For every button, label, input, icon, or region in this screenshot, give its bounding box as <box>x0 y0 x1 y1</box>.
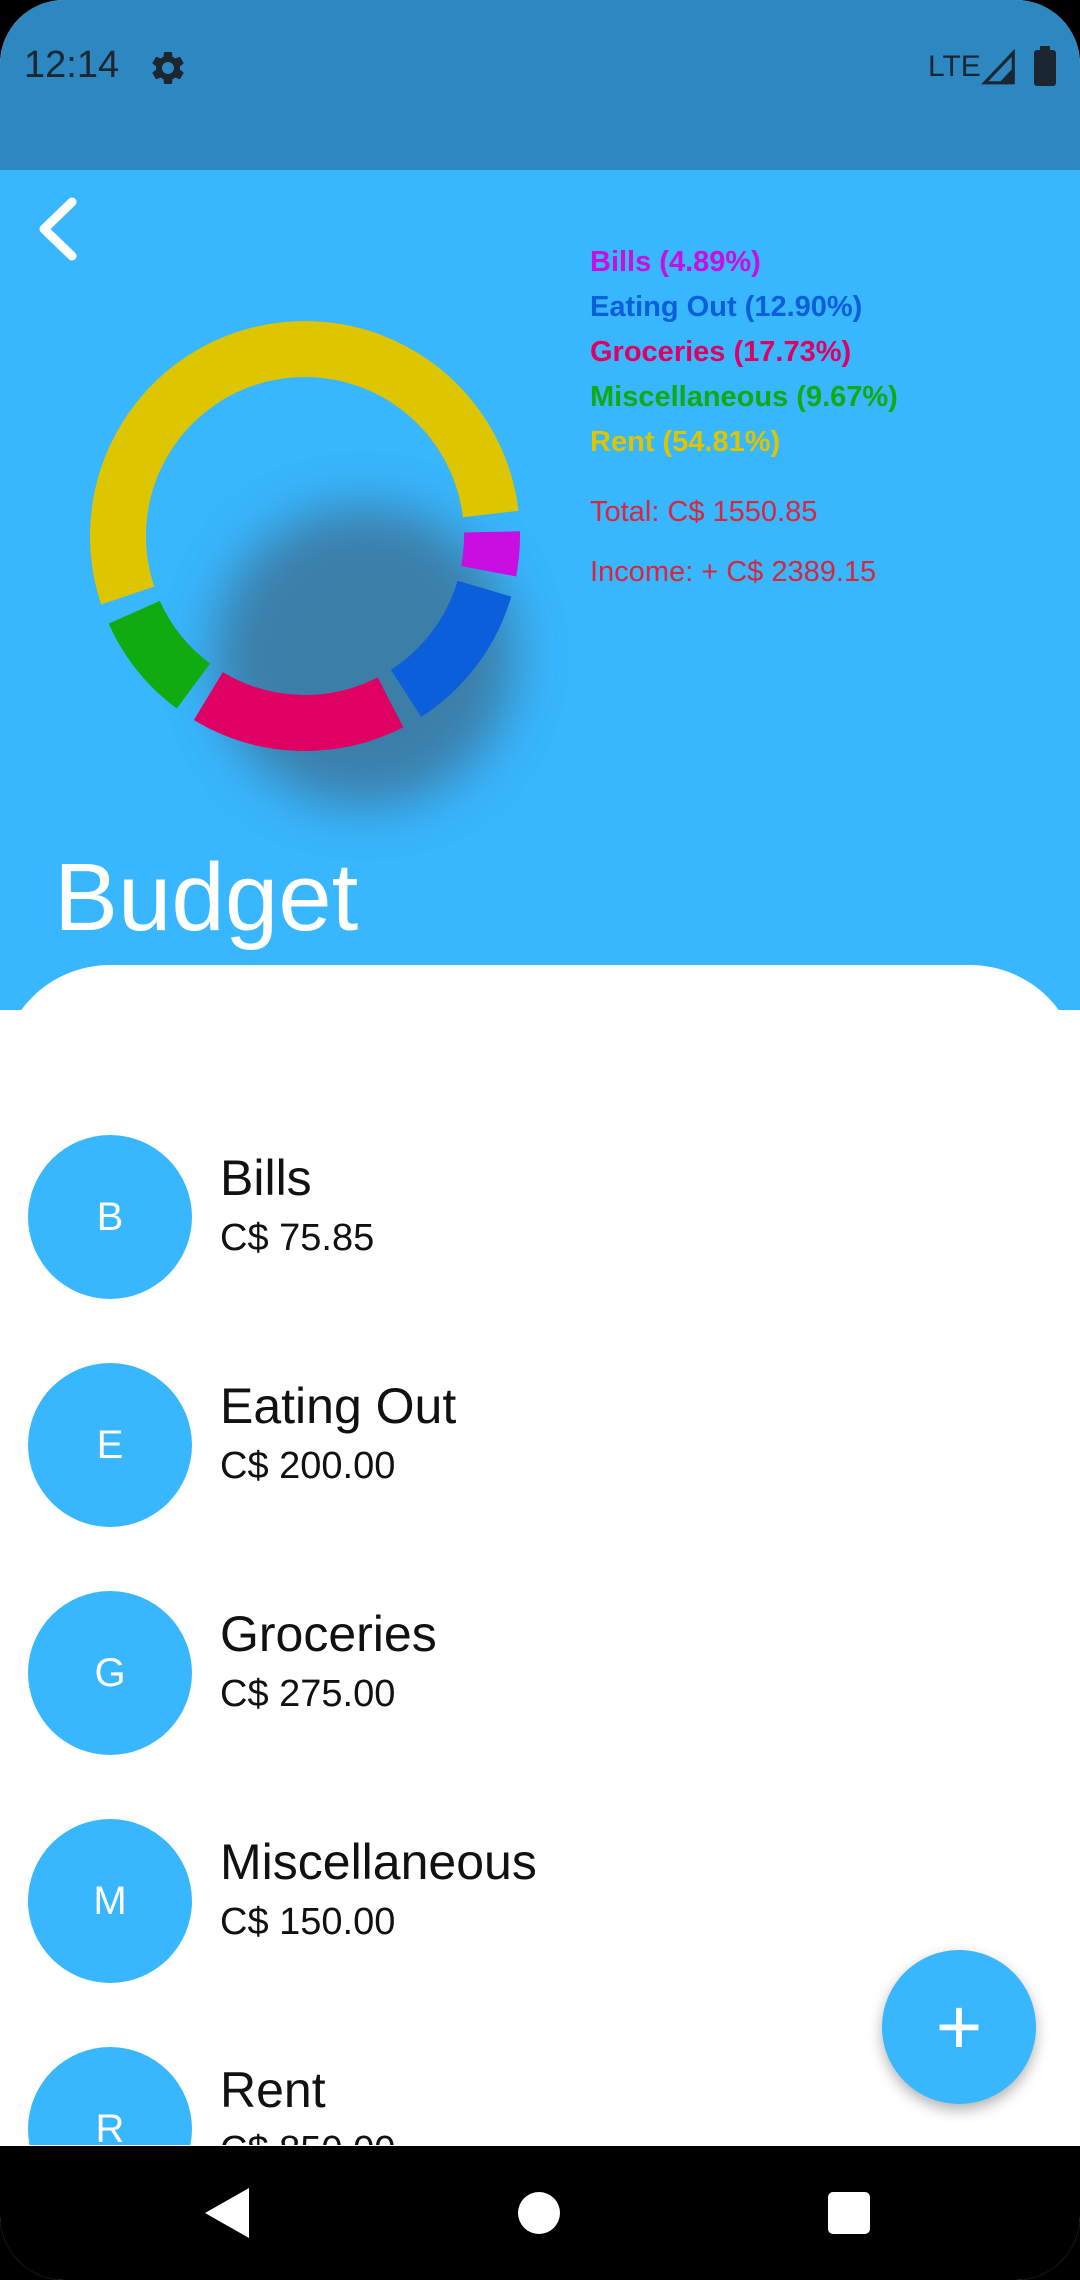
list-item-groceries[interactable]: G Groceries C$ 275.00 <box>0 1591 1080 1791</box>
category-amount: C$ 75.85 <box>220 1217 375 1259</box>
list-item-bills[interactable]: B Bills C$ 75.85 <box>0 1135 1080 1335</box>
nav-recents-icon[interactable] <box>828 2192 870 2234</box>
legend-item-miscellaneous: Miscellaneous (9.67%) <box>590 381 898 413</box>
list-item-eating-out[interactable]: E Eating Out C$ 200.00 <box>0 1363 1080 1563</box>
add-category-button[interactable]: + <box>882 1950 1036 2104</box>
nav-back-icon[interactable] <box>205 2188 249 2238</box>
legend-item-rent: Rent (54.81%) <box>590 426 781 458</box>
battery-icon <box>1034 46 1056 86</box>
donut-slice-bills <box>461 531 520 577</box>
donut-slice-groceries <box>193 671 404 751</box>
donut-slice-miscellaneous <box>108 600 211 709</box>
page-title: Budget <box>54 844 359 951</box>
avatar: B <box>28 1135 192 1299</box>
legend-item-bills: Bills (4.89%) <box>590 246 761 278</box>
income-amount: Income: + C$ 2389.15 <box>590 556 877 588</box>
category-amount: C$ 200.00 <box>220 1445 396 1487</box>
avatar: R <box>28 2047 192 2145</box>
legend-item-groceries: Groceries (17.73%) <box>590 336 852 368</box>
app-screen: 12:14 LTE Bills (4.89%) Eating Out (12.9… <box>0 0 1080 2280</box>
total-amount: Total: C$ 1550.85 <box>590 496 818 528</box>
plus-icon: + <box>935 1982 983 2071</box>
category-name: Miscellaneous <box>220 1834 537 1890</box>
legend-item-eating-out: Eating Out (12.90%) <box>590 291 863 323</box>
settings-gear-icon <box>152 51 184 84</box>
category-amount: C$ 275.00 <box>220 1673 396 1715</box>
signal-icon <box>981 48 1015 85</box>
category-name: Groceries <box>220 1606 437 1662</box>
category-amount: C$ 850.00 <box>220 2129 395 2145</box>
nav-home-icon[interactable] <box>518 2192 560 2234</box>
category-name: Eating Out <box>220 1378 457 1434</box>
chart-legend: Bills (4.89%) Eating Out (12.90%) Grocer… <box>590 240 898 465</box>
avatar: E <box>28 1363 192 1527</box>
avatar: G <box>28 1591 192 1755</box>
category-name: Rent <box>220 2062 326 2118</box>
category-name: Bills <box>220 1150 312 1206</box>
avatar: M <box>28 1819 192 1983</box>
budget-donut-chart <box>90 321 520 806</box>
status-bar: 12:14 LTE <box>0 0 1080 170</box>
status-time: 12:14 <box>24 44 120 86</box>
budget-header: Bills (4.89%) Eating Out (12.90%) Grocer… <box>0 170 1080 1010</box>
navigation-bar <box>0 2146 1080 2280</box>
network-type: LTE <box>928 50 981 83</box>
category-amount: C$ 150.00 <box>220 1901 396 1943</box>
